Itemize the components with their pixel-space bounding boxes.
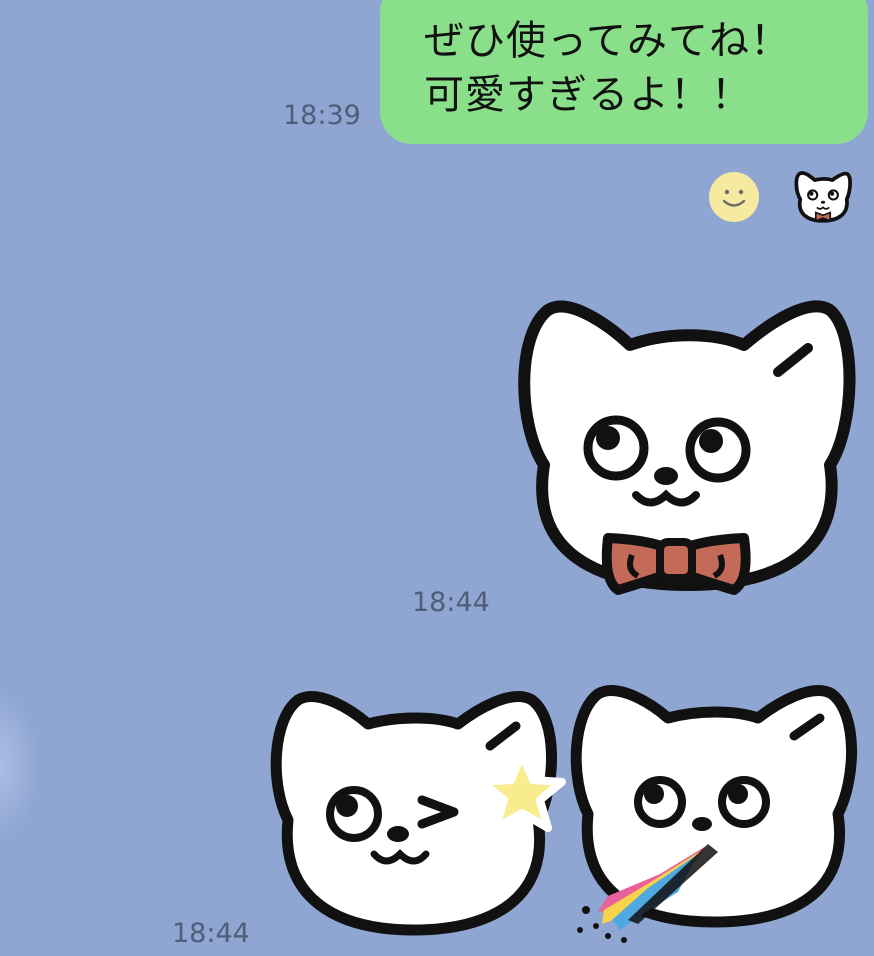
cat-rainbow-sticker[interactable]	[568, 674, 868, 946]
cat-bowtie-sticker[interactable]	[508, 290, 864, 610]
smiley-face-icon[interactable]	[708, 171, 760, 223]
message-bubble[interactable]: ぜひ使ってみてね！ 可愛すぎるよ！！	[380, 0, 868, 144]
sticker-timestamp: 18:44	[172, 918, 250, 949]
background-glow	[0, 690, 40, 840]
message-timestamp: 18:39	[283, 100, 361, 131]
cat-sticker-icon[interactable]	[792, 167, 854, 225]
cat-wink-star-sticker[interactable]	[270, 680, 570, 942]
message-line: 可愛すぎるよ！！	[424, 72, 752, 118]
sticker-timestamp: 18:44	[412, 587, 490, 618]
message-line: ぜひ使ってみてね！	[424, 18, 791, 64]
